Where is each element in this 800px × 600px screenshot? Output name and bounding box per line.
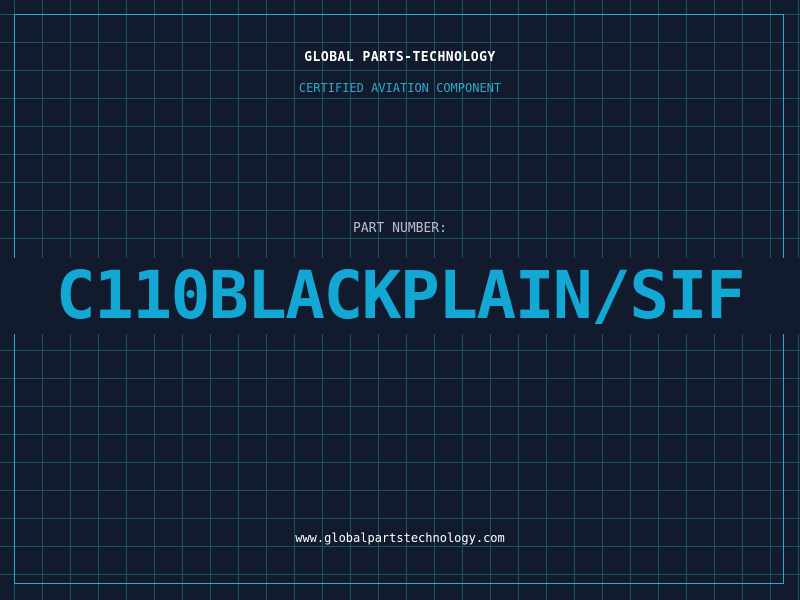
website-url[interactable]: www.globalpartstechnology.com [0,531,800,545]
part-number-value: C110BLACKPLAIN/SIF [55,258,746,334]
certification-tagline: CERTIFIED AVIATION COMPONENT [298,81,502,95]
company-name: GLOBAL PARTS-TECHNOLOGY [304,50,496,65]
part-number-band: C110BLACKPLAIN/SIF [0,258,800,334]
part-number-label: PART NUMBER: [353,221,447,236]
